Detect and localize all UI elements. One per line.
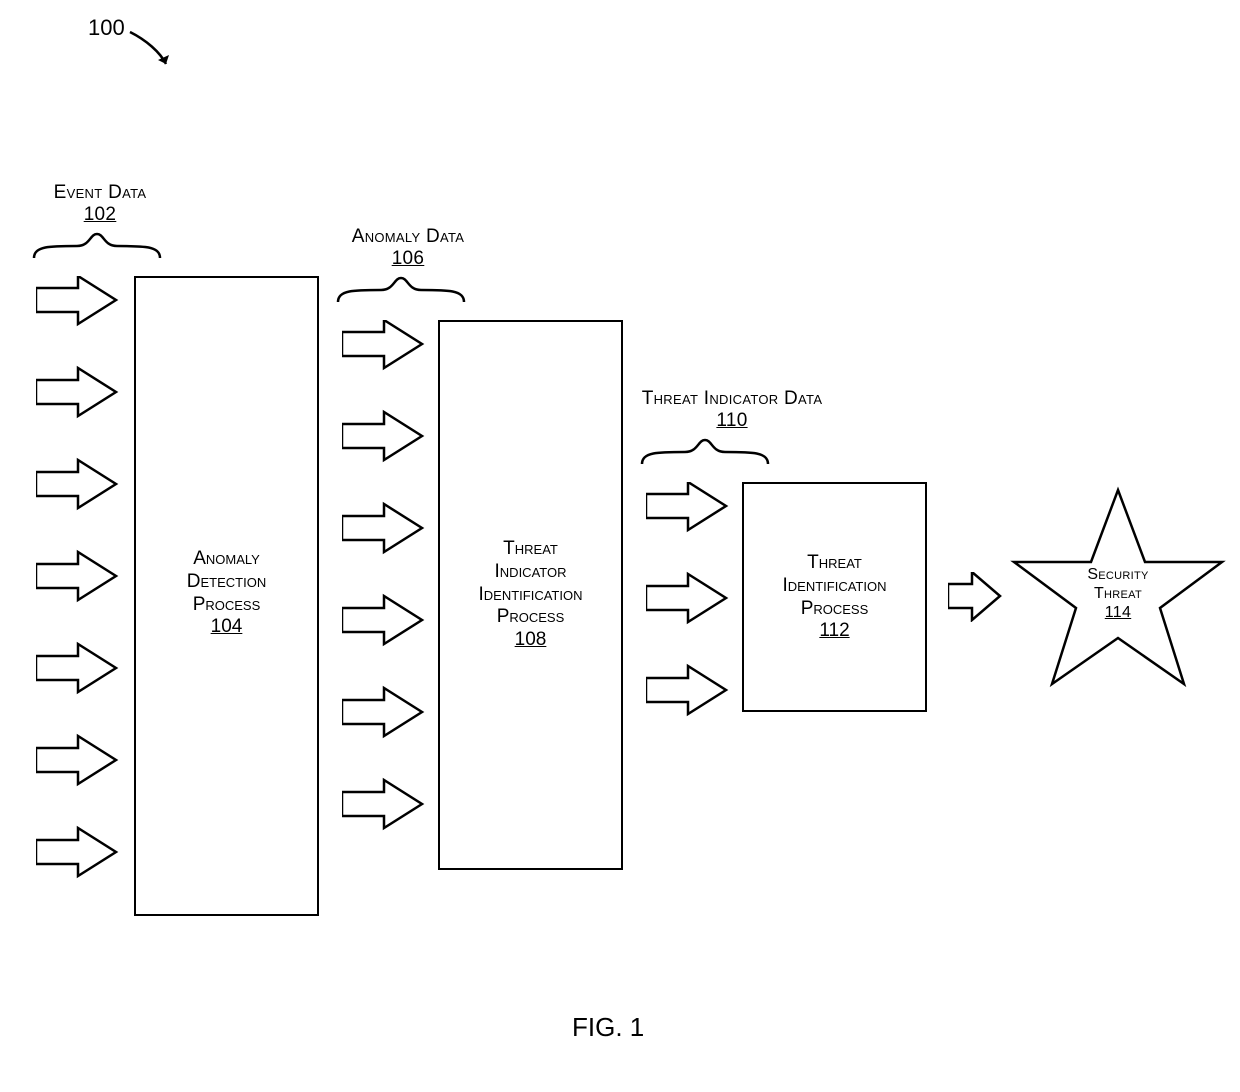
event-data-arrows — [36, 276, 134, 916]
box108-line2: Indicator — [495, 561, 567, 582]
figure-ref-number: 100 — [88, 15, 125, 41]
security-threat-title1: Security — [1087, 566, 1148, 583]
box108-line4: Process — [497, 606, 565, 627]
security-threat-ref: 114 — [1105, 604, 1131, 621]
threat-identification-box: Threat Identification Process 112 — [742, 482, 927, 712]
threat-indicator-data-label: Threat Indicator Data 110 — [602, 388, 862, 433]
box104-line1: Anomaly — [193, 548, 260, 569]
anomaly-data-brace-icon — [336, 276, 466, 306]
box104-line3: Process — [193, 594, 261, 615]
security-threat-label: Security Threat 114 — [1018, 566, 1218, 623]
anomaly-data-label: Anomaly Data 106 — [318, 226, 498, 271]
box112-line2: Identification — [783, 575, 887, 596]
output-arrow — [948, 572, 1008, 622]
anomaly-data-arrows — [342, 320, 440, 875]
box112-line3: Process — [801, 598, 869, 619]
box104-ref: 104 — [211, 616, 243, 637]
box108-line3: Identification — [479, 584, 583, 605]
figure-caption: FIG. 1 — [572, 1012, 644, 1043]
threat-ind-data-title: Threat Indicator Data — [642, 388, 823, 409]
box104-line2: Detection — [187, 571, 266, 592]
threat-ind-data-ref: 110 — [716, 410, 747, 431]
event-data-ref: 102 — [84, 204, 117, 225]
threat-indicator-data-arrows — [646, 482, 744, 720]
anomaly-detection-process-box: Anomaly Detection Process 104 — [134, 276, 319, 916]
box108-ref: 108 — [515, 629, 547, 650]
ref-arrow-icon — [124, 26, 184, 74]
threat-indicator-identification-box: Threat Indicator Identification Process … — [438, 320, 623, 870]
box112-ref: 112 — [819, 620, 849, 641]
event-data-brace-icon — [32, 232, 162, 262]
box108-line1: Threat — [503, 538, 558, 559]
anomaly-data-ref: 106 — [392, 248, 425, 269]
threat-indicator-data-brace-icon — [640, 438, 770, 468]
box112-line1: Threat — [807, 552, 862, 573]
anomaly-data-title: Anomaly Data — [352, 226, 465, 247]
event-data-title: Event Data — [54, 182, 147, 203]
event-data-label: Event Data 102 — [20, 182, 180, 227]
security-threat-title2: Threat — [1094, 585, 1142, 602]
